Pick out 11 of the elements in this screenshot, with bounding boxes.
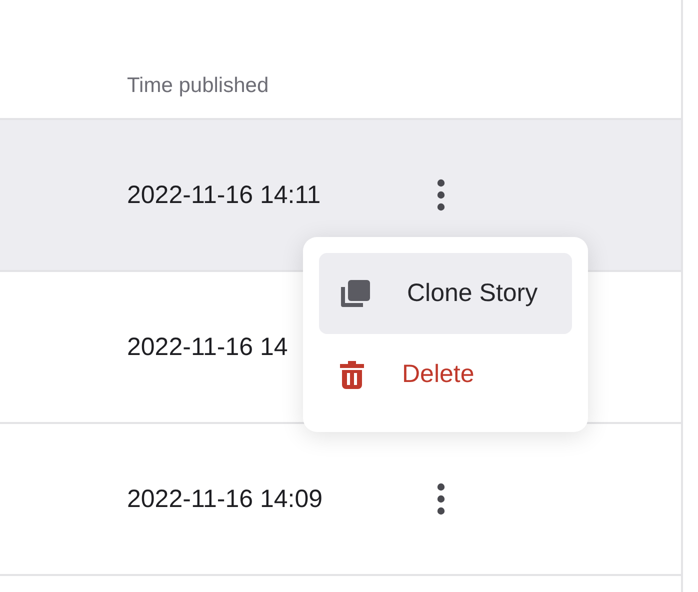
more-vertical-icon <box>436 482 446 516</box>
trash-icon <box>338 360 366 390</box>
menu-item[interactable]: Clone Story <box>319 253 572 334</box>
copy-icon <box>338 278 371 310</box>
table-cell-text: 2022-11-16 14 <box>127 332 289 362</box>
table-cell-text: 2022-11-16 14:11 <box>127 180 322 210</box>
column-header: Time published <box>127 74 269 98</box>
table-row[interactable]: 2022-11-16 14:11 <box>0 120 681 272</box>
more-vertical-icon <box>436 178 446 212</box>
table-cell-text: 2022-11-16 14:09 <box>127 484 324 514</box>
menu-item[interactable]: Delete <box>319 334 572 415</box>
